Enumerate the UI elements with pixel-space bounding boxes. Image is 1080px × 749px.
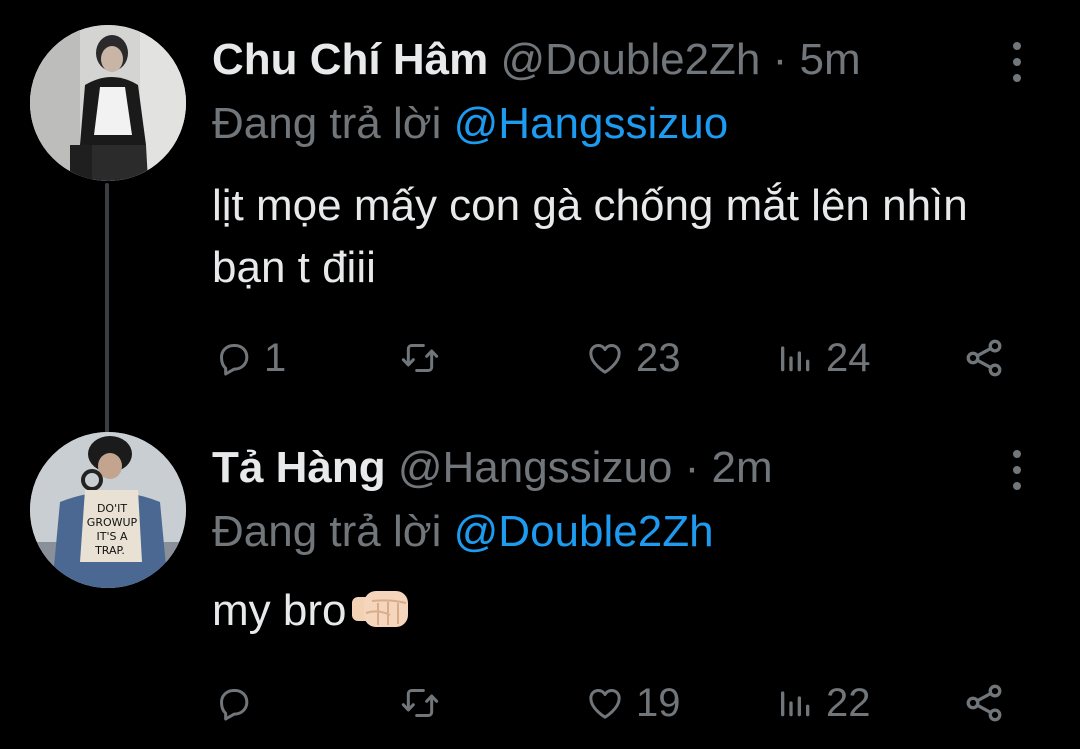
reply-prefix: Đang trả lời [212, 99, 442, 148]
like-count: 23 [636, 335, 681, 380]
views-icon [781, 346, 810, 372]
like-icon [589, 344, 621, 374]
timestamp[interactable]: 5m [800, 35, 861, 84]
author-handle[interactable]: @Hangssizuo [398, 443, 673, 492]
more-icon[interactable] [1006, 42, 1028, 82]
view-count: 22 [826, 680, 871, 725]
reply-count: 1 [264, 335, 287, 380]
like-count: 19 [636, 680, 681, 725]
reply-icon [220, 689, 249, 721]
svg-text:TRAP.: TRAP. [94, 544, 125, 557]
share-button[interactable] [962, 673, 1006, 733]
author-name[interactable]: Tả Hàng [212, 443, 386, 492]
like-icon [589, 689, 621, 719]
avatar-photo: DO'IT GROWUP IT'S A TRAP. [30, 432, 186, 588]
share-button[interactable] [962, 328, 1006, 388]
retweet-icon [401, 689, 439, 717]
retweet-button[interactable] [398, 673, 452, 733]
view-count: 24 [826, 335, 871, 380]
like-button[interactable]: 19 [584, 673, 681, 733]
like-button[interactable]: 23 [584, 328, 681, 388]
svg-text:IT'S A: IT'S A [97, 530, 128, 543]
separator-dot: · [684, 443, 700, 492]
avatar-photo [30, 25, 186, 181]
reply-icon [220, 344, 249, 376]
more-icon[interactable] [1006, 450, 1028, 490]
fist-emoji-icon [350, 586, 414, 648]
tweet-1[interactable]: Chu Chí Hâm @Double2Zh · 5m Đang trả lời… [0, 0, 1080, 435]
share-icon [966, 339, 1002, 377]
tweet-header: Chu Chí Hâm @Double2Zh · 5m [212, 32, 980, 88]
svg-text:GROWUP: GROWUP [87, 516, 138, 529]
avatar[interactable]: DO'IT GROWUP IT'S A TRAP. [30, 432, 186, 588]
thread-line [105, 183, 109, 435]
author-name[interactable]: Chu Chí Hâm [212, 35, 488, 84]
svg-text:DO'IT: DO'IT [97, 502, 127, 515]
views-button[interactable]: 24 [776, 328, 871, 388]
reply-button[interactable]: 1 [214, 328, 286, 388]
timestamp[interactable]: 2m [712, 443, 773, 492]
action-bar: 19 22 [0, 673, 1080, 733]
replying-to: Đang trả lời @Double2Zh [212, 504, 714, 560]
replying-to: Đang trả lời @Hangssizuo [212, 96, 728, 152]
retweet-icon [401, 344, 439, 372]
tweet-body: my bro [212, 580, 1052, 648]
avatar[interactable] [30, 25, 186, 181]
retweet-button[interactable] [398, 328, 452, 388]
views-button[interactable]: 22 [776, 673, 871, 733]
author-handle[interactable]: @Double2Zh [500, 35, 760, 84]
tweet-header: Tả Hàng @Hangssizuo · 2m [212, 440, 980, 496]
share-icon [966, 684, 1002, 722]
reply-prefix: Đang trả lời [212, 507, 442, 556]
action-bar: 1 23 24 [0, 328, 1080, 388]
tweet-text: my bro [212, 586, 347, 635]
tweet-2[interactable]: DO'IT GROWUP IT'S A TRAP. Tả Hàng @Hangs… [0, 420, 1080, 749]
tweet-text: lịt mọe mấy con gà chống mắt lên nhìn bạ… [212, 181, 968, 292]
reply-to-mention[interactable]: @Double2Zh [454, 507, 714, 556]
views-icon [781, 691, 810, 717]
reply-button[interactable] [214, 673, 264, 733]
separator-dot: · [772, 35, 788, 84]
reply-to-mention[interactable]: @Hangssizuo [454, 99, 729, 148]
